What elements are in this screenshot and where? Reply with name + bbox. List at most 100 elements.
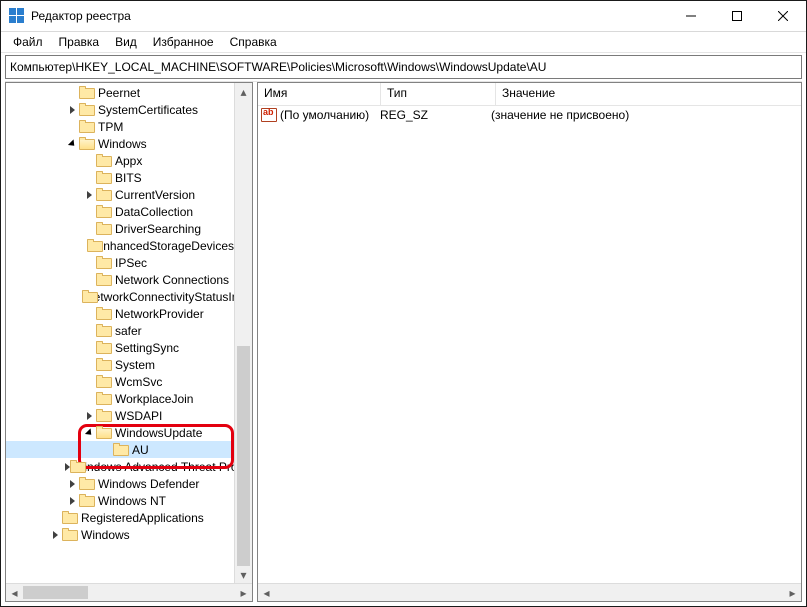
col-type[interactable]: Тип (381, 83, 496, 105)
tree-item-label: WindowsUpdate (115, 426, 202, 440)
expand-icon[interactable] (65, 480, 79, 488)
folder-icon (96, 324, 112, 337)
tree-item[interactable]: IPSec (6, 254, 234, 271)
tree-item[interactable]: Windows Defender (6, 475, 234, 492)
scroll-left-icon[interactable]: ◂ (6, 584, 23, 601)
tree-item[interactable]: BITS (6, 169, 234, 186)
tree-item[interactable]: Appx (6, 152, 234, 169)
tree-item-label: CurrentVersion (115, 188, 195, 202)
menu-help[interactable]: Справка (222, 33, 285, 51)
values-hscroll[interactable]: ◂ ▸ (258, 583, 801, 601)
maximize-button[interactable] (714, 1, 760, 31)
expand-icon[interactable] (48, 531, 62, 539)
tree-item[interactable]: AU (6, 441, 234, 458)
tree-item-label: Windows Defender (98, 477, 199, 491)
tree-item[interactable]: SystemCertificates (6, 101, 234, 118)
tree-item-label: EnhancedStorageDevices (95, 239, 234, 253)
menu-view[interactable]: Вид (107, 33, 145, 51)
scroll-right-icon[interactable]: ▸ (235, 584, 252, 601)
folder-icon (96, 222, 112, 235)
folder-icon (96, 256, 112, 269)
tree-item[interactable]: WindowsUpdate (6, 424, 234, 441)
tree-item-label: Peernet (98, 86, 140, 100)
regedit-window: Редактор реестра Файл Правка Вид Избранн… (0, 0, 807, 607)
scroll-left-icon[interactable]: ◂ (258, 584, 275, 601)
folder-icon (96, 341, 112, 354)
tree-vscroll[interactable]: ▴ ▾ (234, 83, 252, 583)
column-headers[interactable]: Имя Тип Значение (258, 83, 801, 106)
menu-edit[interactable]: Правка (51, 33, 108, 51)
scroll-thumb[interactable] (23, 586, 88, 599)
tree-item-label: WcmSvc (115, 375, 162, 389)
scroll-up-icon[interactable]: ▴ (235, 83, 252, 100)
tree-item[interactable]: TPM (6, 118, 234, 135)
minimize-button[interactable] (668, 1, 714, 31)
tree-item[interactable]: Windows (6, 135, 234, 152)
expand-icon[interactable] (65, 497, 79, 505)
tree-item[interactable]: NetworkProvider (6, 305, 234, 322)
folder-icon (79, 120, 95, 133)
tree-item[interactable]: WSDAPI (6, 407, 234, 424)
tree-item[interactable]: safer (6, 322, 234, 339)
tree-hscroll[interactable]: ◂ ▸ (6, 583, 252, 601)
expand-icon[interactable] (65, 140, 79, 148)
scroll-right-icon[interactable]: ▸ (784, 584, 801, 601)
tree-item[interactable]: System (6, 356, 234, 373)
tree-item[interactable]: Peernet (6, 84, 234, 101)
folder-icon (96, 409, 112, 422)
tree-item[interactable]: Windows NT (6, 492, 234, 509)
folder-icon (79, 103, 95, 116)
folder-icon (96, 426, 112, 439)
expand-icon[interactable] (82, 429, 96, 437)
value-type: REG_SZ (377, 108, 488, 122)
tree-item-label: SystemCertificates (98, 103, 198, 117)
tree-item[interactable]: WcmSvc (6, 373, 234, 390)
folder-icon (79, 137, 95, 150)
menu-favorites[interactable]: Избранное (145, 33, 222, 51)
col-value[interactable]: Значение (496, 83, 801, 105)
expand-icon[interactable] (65, 106, 79, 114)
scroll-down-icon[interactable]: ▾ (235, 566, 252, 583)
folder-icon (79, 477, 95, 490)
tree-item[interactable]: WorkplaceJoin (6, 390, 234, 407)
titlebar[interactable]: Редактор реестра (1, 1, 806, 32)
values-list[interactable]: (По умолчанию) REG_SZ (значение не присв… (258, 106, 801, 583)
scroll-thumb[interactable] (237, 346, 250, 566)
folder-icon (62, 511, 78, 524)
tree-item[interactable]: SettingSync (6, 339, 234, 356)
tree-item[interactable]: EnhancedStorageDevices (6, 237, 234, 254)
tree-item-label: NetworkConnectivityStatusIndicator (85, 290, 234, 304)
tree-item-label: Network Connections (115, 273, 229, 287)
tree-item-label: SettingSync (115, 341, 179, 355)
tree-item[interactable]: Windows Advanced Threat Protection (6, 458, 234, 475)
folder-icon (96, 273, 112, 286)
tree-item-label: Windows NT (98, 494, 166, 508)
tree-item[interactable]: CurrentVersion (6, 186, 234, 203)
tree-item[interactable]: DriverSearching (6, 220, 234, 237)
tree-item[interactable]: Windows (6, 526, 234, 543)
expand-icon[interactable] (82, 191, 96, 199)
value-row[interactable]: (По умолчанию) REG_SZ (значение не присв… (258, 106, 801, 123)
window-title: Редактор реестра (31, 9, 131, 23)
folder-icon (96, 307, 112, 320)
folder-icon (62, 528, 78, 541)
registry-tree[interactable]: PeernetSystemCertificatesTPMWindowsAppxB… (6, 83, 252, 583)
value-data: (значение не присвоено) (488, 108, 801, 122)
menu-file[interactable]: Файл (5, 33, 51, 51)
expand-icon[interactable] (82, 412, 96, 420)
tree-item-label: BITS (115, 171, 142, 185)
tree-item[interactable]: RegisteredApplications (6, 509, 234, 526)
string-value-icon (261, 108, 277, 122)
folder-icon (96, 358, 112, 371)
col-name[interactable]: Имя (258, 83, 381, 105)
close-button[interactable] (760, 1, 806, 31)
folder-icon (96, 171, 112, 184)
value-name: (По умолчанию) (280, 108, 369, 122)
tree-item-label: WorkplaceJoin (115, 392, 193, 406)
tree-item[interactable]: DataCollection (6, 203, 234, 220)
folder-icon (96, 205, 112, 218)
tree-item[interactable]: NetworkConnectivityStatusIndicator (6, 288, 234, 305)
tree-item[interactable]: Network Connections (6, 271, 234, 288)
address-bar[interactable]: Компьютер\HKEY_LOCAL_MACHINE\SOFTWARE\Po… (5, 55, 802, 79)
tree-item-label: Appx (115, 154, 142, 168)
